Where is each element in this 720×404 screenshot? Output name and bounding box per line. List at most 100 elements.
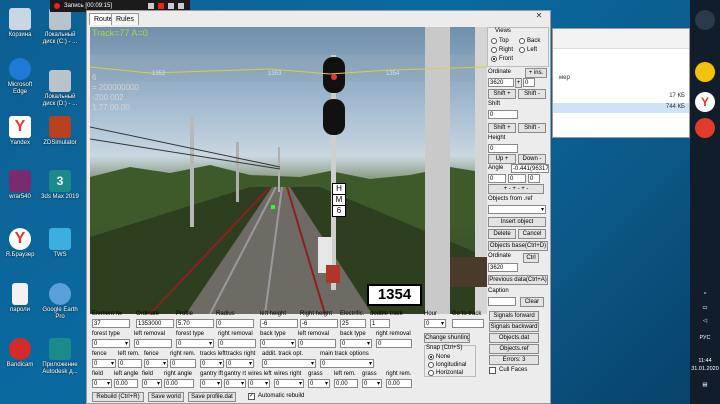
tracks-left-select[interactable]: 0 xyxy=(200,359,224,368)
objects-base-button[interactable]: Objects base(Ctrl+D) xyxy=(488,241,548,251)
additional-track-options-select[interactable]: 0 xyxy=(262,359,316,368)
angle-field[interactable]: -0.441(96317 xyxy=(511,164,549,173)
gantry-left-select[interactable]: 0 xyxy=(200,379,222,388)
grass-right-removal-field[interactable]: 0.00 xyxy=(386,379,412,388)
desktop-icon-google-earth[interactable]: Google Earth Pro xyxy=(40,283,80,321)
height-field[interactable]: 0 xyxy=(488,144,518,153)
stop-icon[interactable] xyxy=(158,3,164,9)
language-indicator[interactable]: РУС xyxy=(690,335,720,342)
shift-minus-button-2[interactable]: Shift - xyxy=(518,123,546,133)
camera-icon[interactable] xyxy=(168,3,174,9)
rebuild-button[interactable]: Rebuild (Ctrl+R) xyxy=(92,392,144,402)
clear-button[interactable]: Clear xyxy=(520,297,544,307)
desktop-icon-autodesk[interactable]: Приложение Autodesk д... xyxy=(40,338,80,376)
right-removal-field[interactable]: 0 xyxy=(218,339,256,348)
fence-right-removal-field[interactable]: 0 xyxy=(170,359,196,368)
field-left-select[interactable]: 0 xyxy=(92,379,112,388)
desktop-icon-edge[interactable]: Microsoft Edge xyxy=(0,58,40,96)
fence-left-removal-field[interactable]: 0 xyxy=(118,359,142,368)
close-icon[interactable] xyxy=(178,3,184,9)
height-up-button[interactable]: Up + xyxy=(488,154,516,164)
desktop-icon-winrar[interactable]: wrar540 xyxy=(0,170,40,201)
desktop-icon-disk-d[interactable]: Локальный диск (D:) - ... xyxy=(40,70,80,108)
chrome-icon[interactable] xyxy=(695,62,715,82)
chevron-up-icon[interactable]: ^ xyxy=(690,292,720,299)
delete-button[interactable]: Delete xyxy=(488,229,516,239)
wires-right-select[interactable]: 0 xyxy=(274,379,304,388)
previous-data-button[interactable]: Previous data(Ctrl+A) xyxy=(488,275,548,285)
objects-ref-button[interactable]: Objects.ref xyxy=(489,344,539,354)
objects-from-select[interactable] xyxy=(488,205,546,214)
caption-field[interactable] xyxy=(488,297,516,306)
record-icon[interactable] xyxy=(54,3,60,9)
angle-z-field[interactable]: 0 xyxy=(528,174,540,183)
grass-left-removal-field[interactable]: 0.00 xyxy=(334,379,358,388)
tab-rules[interactable]: Rules xyxy=(111,13,139,25)
desktop-icon-recycle-bin[interactable]: Корзина xyxy=(0,8,40,39)
right-angle-field[interactable]: 0.00 xyxy=(164,379,194,388)
back-type-left-select[interactable]: 0 xyxy=(260,339,296,348)
ordinate-field[interactable]: 3620 xyxy=(488,78,514,87)
shift-field[interactable]: 0 xyxy=(488,110,518,119)
network-icon[interactable]: ▭ xyxy=(690,305,720,312)
right-height-field[interactable]: -6 xyxy=(300,319,338,328)
field-right-select[interactable]: 0 xyxy=(142,379,162,388)
errors-button[interactable]: Errors: 3 xyxy=(489,355,539,365)
height-down-button[interactable]: Down - xyxy=(518,154,546,164)
main-track-options-select[interactable]: 0 xyxy=(320,359,374,368)
double-track-field[interactable]: 1 xyxy=(370,319,390,328)
close-button[interactable]: ✕ xyxy=(532,11,546,21)
left-angle-field[interactable]: 0.00 xyxy=(114,379,138,388)
desktop-icon-zdsimulator[interactable]: ZDSimulator xyxy=(40,116,80,147)
clock-time[interactable]: 11:44 xyxy=(690,358,720,365)
insert-object-button[interactable]: Insert object xyxy=(488,217,546,227)
ordinate-step-field[interactable]: 0 xyxy=(523,78,535,87)
grass-left-select[interactable]: 0 xyxy=(308,379,330,388)
cancel-button[interactable]: Cancel xyxy=(518,229,546,239)
volume-icon[interactable]: ◁ xyxy=(690,318,720,325)
view-back-radio[interactable] xyxy=(519,38,525,44)
3d-viewport[interactable]: Track=77 A=0 6 = 200000000 -200 002 1.77… xyxy=(90,27,487,314)
element-number-field[interactable]: 37 xyxy=(92,319,130,328)
desktop-icon-3dsmax[interactable]: 3 3ds Max 2019 xyxy=(40,170,80,201)
profile-field[interactable]: 5.70 xyxy=(176,319,214,328)
signals-backward-button[interactable]: Signals backward xyxy=(489,322,539,332)
radius-field[interactable]: 0 xyxy=(216,319,254,328)
notification-icon[interactable] xyxy=(695,10,715,30)
yandex-icon[interactable] xyxy=(695,118,715,138)
snap-none-radio[interactable] xyxy=(428,354,434,360)
angle-x-field[interactable]: 0 xyxy=(488,174,506,183)
fence-left-select[interactable]: 0 xyxy=(92,359,116,368)
angle-step-buttons[interactable]: + - + - + - xyxy=(488,184,544,194)
automatic-rebuild-checkbox[interactable]: ✓ xyxy=(248,393,255,400)
view-top-radio[interactable] xyxy=(491,38,497,44)
go-to-track-field[interactable] xyxy=(452,319,484,328)
ctrl-button[interactable]: Ctrl xyxy=(523,253,539,263)
shift-plus-button-2[interactable]: Shift + xyxy=(488,123,516,133)
view-front-radio[interactable] xyxy=(491,56,497,62)
wires-left-select[interactable]: 0 xyxy=(248,379,270,388)
forest-type-left-select[interactable]: 0 xyxy=(92,339,130,348)
left-removal-field[interactable]: 0 xyxy=(134,339,172,348)
yandex-browser-icon[interactable]: Y xyxy=(695,92,715,112)
electrification-field[interactable]: 25 xyxy=(340,319,366,328)
signals-forward-button[interactable]: Signals forward xyxy=(489,311,539,321)
explorer-row-label[interactable]: мер xyxy=(559,75,570,81)
forest-type-right-select[interactable]: 0 xyxy=(176,339,214,348)
notification-center-icon[interactable]: ▤ xyxy=(690,382,720,389)
ordinate-step-button[interactable]: + xyxy=(515,78,522,88)
shift-plus-button-1[interactable]: Shift + xyxy=(488,89,516,99)
fence-right-select[interactable]: 0 xyxy=(144,359,168,368)
desktop-icon-yandex[interactable]: Y Yandex xyxy=(0,116,40,147)
view-left-radio[interactable] xyxy=(519,47,525,53)
desktop-icon-bandicam[interactable]: Bandicam xyxy=(0,338,40,369)
shift-minus-button-1[interactable]: Shift - xyxy=(518,89,546,99)
save-world-button[interactable]: Save world xyxy=(148,392,184,402)
save-profile-button[interactable]: Save profile.dat xyxy=(188,392,236,402)
view-right-radio[interactable] xyxy=(491,47,497,53)
desktop-icon-yandex-browser[interactable]: Y Я.Браузер xyxy=(0,228,40,259)
grass-right-select[interactable]: 0 xyxy=(362,379,382,388)
back-right-removal-field[interactable]: 0 xyxy=(376,339,412,348)
snap-longitudinal-radio[interactable] xyxy=(428,362,434,368)
snap-horizontal-radio[interactable] xyxy=(428,370,434,376)
